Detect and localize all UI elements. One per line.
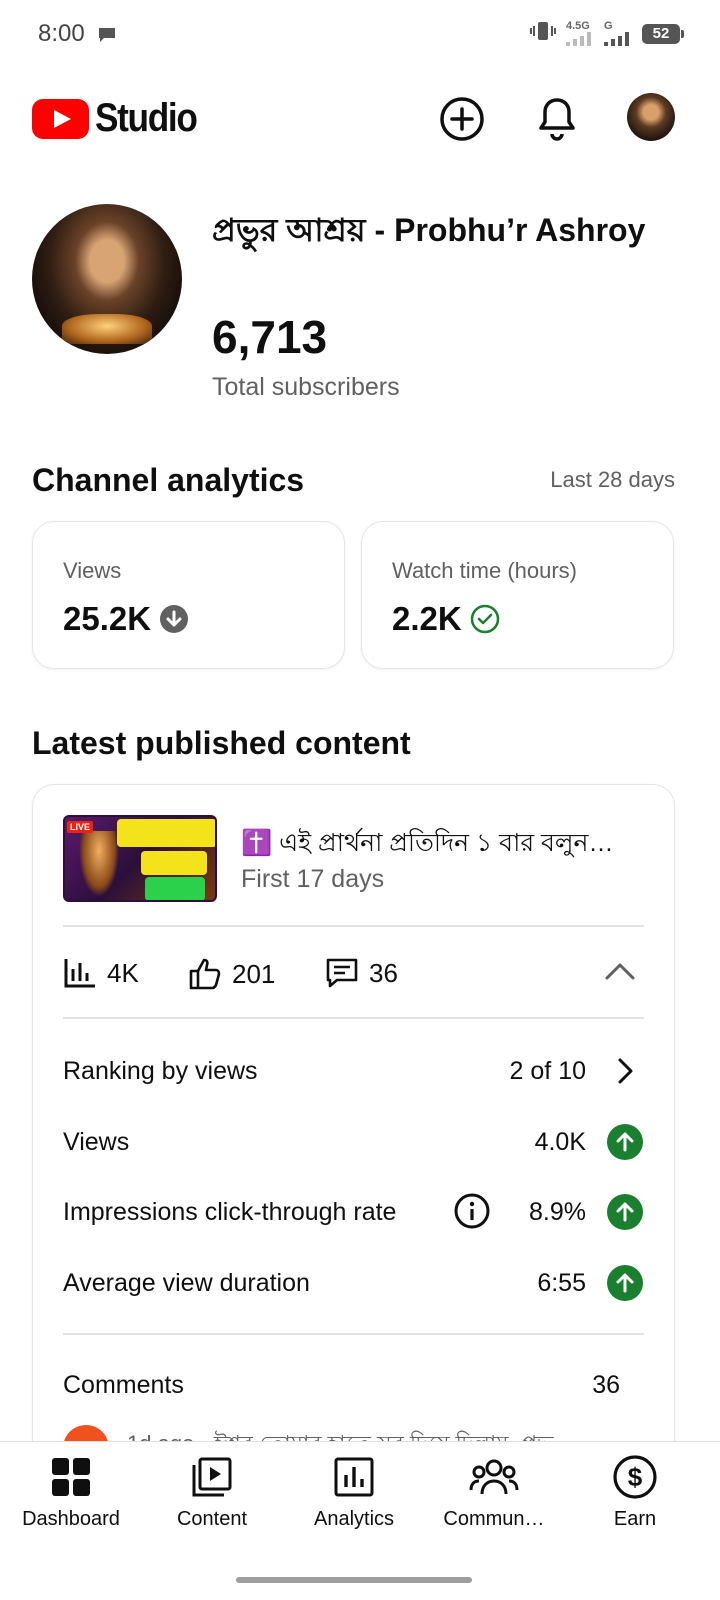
watch-time-card-value-row: 2.2K bbox=[392, 600, 500, 638]
arrow-up-circle-icon bbox=[607, 1265, 643, 1301]
comment-icon bbox=[326, 958, 358, 988]
status-bar: 8:00 4.5G G 52 bbox=[0, 0, 720, 70]
views-stat-value: 4K bbox=[107, 957, 139, 988]
bar-chart-icon bbox=[64, 959, 95, 988]
battery-icon: 52 bbox=[642, 23, 684, 44]
views-card[interactable]: Views 25.2K bbox=[32, 521, 345, 669]
analytics-icon bbox=[334, 1452, 374, 1502]
subscriber-count: 6,713 bbox=[212, 311, 328, 363]
nav-analytics[interactable]: Analytics bbox=[284, 1452, 424, 1542]
divider bbox=[63, 925, 644, 927]
network-type-2: G bbox=[604, 20, 613, 32]
nav-analytics-label: Analytics bbox=[313, 1508, 395, 1530]
latest-content-title: Latest published content bbox=[32, 725, 411, 761]
check-circle-icon bbox=[470, 604, 499, 634]
arrow-up-circle-icon bbox=[607, 1124, 643, 1160]
content-icon bbox=[191, 1452, 233, 1502]
network-type-1: 4.5G bbox=[566, 20, 590, 32]
nav-community-label: Commun… bbox=[443, 1508, 545, 1530]
collapse-button[interactable] bbox=[603, 957, 637, 992]
subscriber-label: Total subscribers bbox=[212, 373, 400, 401]
analytics-range: Last 28 days bbox=[550, 467, 675, 492]
avg-duration-row: Average view duration 6:55 bbox=[63, 1263, 644, 1303]
status-right: 4.5G G 52 bbox=[530, 20, 684, 47]
likes-stat: 201 bbox=[188, 957, 275, 991]
plus-circle-icon bbox=[440, 97, 484, 141]
arrow-up-circle-icon bbox=[607, 1194, 643, 1230]
network-1: 4.5G bbox=[566, 21, 594, 46]
comments-row[interactable]: Comments 36 bbox=[63, 1365, 644, 1405]
youtube-play-icon bbox=[32, 98, 89, 139]
nav-dashboard[interactable]: Dashboard bbox=[1, 1452, 141, 1542]
analytics-title: Channel analytics bbox=[32, 462, 305, 498]
channel-avatar bbox=[32, 204, 182, 354]
status-time: 8:00 bbox=[38, 20, 85, 47]
views-stat: 4K bbox=[63, 957, 139, 989]
latest-content-card: LIVE ✝️ এই প্রার্থনা প্রতিদিন ১ বার বলুন… bbox=[32, 784, 675, 1484]
nav-community[interactable]: Commun… bbox=[424, 1452, 564, 1542]
studio-logo[interactable]: Studio bbox=[32, 96, 210, 141]
account-avatar[interactable] bbox=[627, 93, 675, 141]
ctr-row-value: 8.9% bbox=[529, 1197, 586, 1226]
dashboard-icon bbox=[51, 1452, 91, 1502]
ctr-row: Impressions click-through rate 8.9% bbox=[63, 1192, 644, 1232]
network-2: G bbox=[604, 21, 632, 46]
community-icon bbox=[469, 1452, 519, 1502]
svg-text:$: $ bbox=[628, 1462, 643, 1492]
video-subtitle: First 17 days bbox=[241, 865, 385, 893]
thumbs-up-icon bbox=[189, 958, 221, 990]
nav-dashboard-label: Dashboard bbox=[22, 1508, 120, 1530]
video-thumbnail[interactable]: LIVE bbox=[63, 815, 217, 902]
comments-count: 36 bbox=[592, 1370, 620, 1399]
comments-label: Comments bbox=[63, 1370, 184, 1399]
chevron-up-icon bbox=[605, 963, 635, 980]
views-card-value-row: 25.2K bbox=[63, 600, 189, 638]
likes-stat-value: 201 bbox=[232, 958, 276, 989]
watch-time-card[interactable]: Watch time (hours) 2.2K bbox=[361, 521, 674, 669]
comments-stat: 36 bbox=[325, 957, 398, 989]
create-button[interactable] bbox=[437, 94, 487, 144]
views-card-label: Views bbox=[63, 558, 122, 583]
comments-stat-value: 36 bbox=[369, 957, 398, 988]
ranking-label: Ranking by views bbox=[63, 1056, 258, 1085]
nav-content-label: Content bbox=[176, 1508, 248, 1530]
divider bbox=[63, 1333, 644, 1335]
views-row-label: Views bbox=[63, 1127, 130, 1156]
views-card-value: 25.2K bbox=[63, 600, 152, 637]
avg-duration-value: 6:55 bbox=[537, 1268, 586, 1297]
views-row-value: 4.0K bbox=[534, 1127, 586, 1156]
home-indicator[interactable] bbox=[236, 1577, 472, 1583]
arrow-down-circle-icon bbox=[160, 605, 189, 633]
avg-duration-label: Average view duration bbox=[63, 1268, 310, 1297]
signal-icon-1 bbox=[566, 32, 591, 46]
ranking-row[interactable]: Ranking by views 2 of 10 bbox=[63, 1051, 644, 1091]
views-row: Views 4.0K bbox=[63, 1122, 644, 1162]
logo-text: Studio bbox=[95, 96, 198, 140]
notifications-button[interactable] bbox=[532, 94, 582, 144]
live-badge: LIVE bbox=[67, 821, 94, 833]
vibrate-icon bbox=[530, 20, 556, 47]
watch-time-card-label: Watch time (hours) bbox=[392, 558, 578, 583]
chevron-right-icon bbox=[606, 1052, 644, 1090]
message-icon bbox=[97, 26, 117, 49]
info-icon[interactable] bbox=[453, 1192, 491, 1237]
earn-icon: $ bbox=[612, 1452, 658, 1502]
nav-earn-label: Earn bbox=[613, 1508, 657, 1530]
bell-icon bbox=[539, 98, 575, 141]
ctr-row-label: Impressions click-through rate bbox=[63, 1197, 397, 1226]
nav-earn[interactable]: $ Earn bbox=[565, 1452, 705, 1542]
nav-content[interactable]: Content bbox=[142, 1452, 282, 1542]
ranking-value: 2 of 10 bbox=[509, 1056, 586, 1085]
divider bbox=[63, 1017, 644, 1019]
channel-name: প্রভুর আশ্রয় - Probhu’r Ashroy bbox=[212, 212, 646, 248]
watch-time-card-value: 2.2K bbox=[392, 600, 462, 637]
video-title[interactable]: ✝️ এই প্রার্থনা প্রতিদিন ১ বার বলুন… bbox=[241, 823, 651, 866]
app-header: Studio bbox=[0, 88, 720, 152]
signal-icon-2 bbox=[604, 32, 629, 46]
